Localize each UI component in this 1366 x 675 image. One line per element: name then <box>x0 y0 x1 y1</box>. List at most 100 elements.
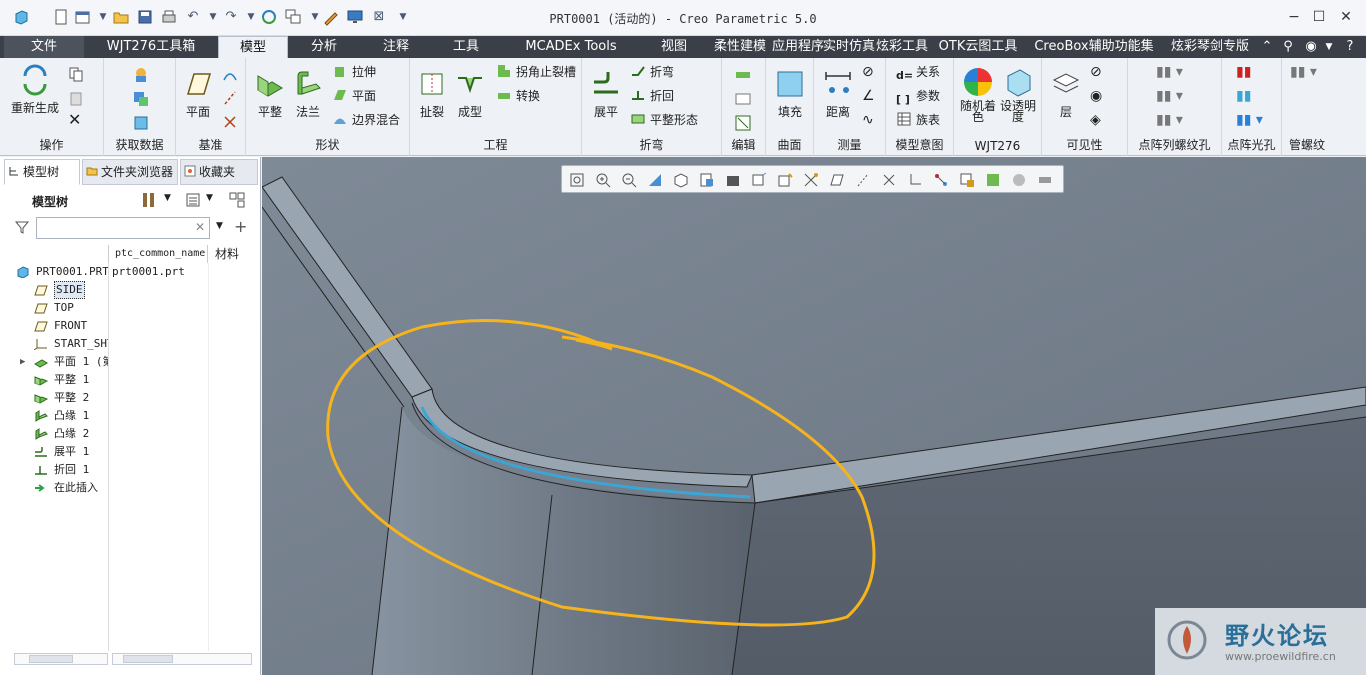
pattern-icon[interactable] <box>734 66 752 84</box>
tab-analysis[interactable]: 分析 <box>290 36 358 58</box>
pipe-thread-icon[interactable]: ▮▮ ▾ <box>1290 64 1317 80</box>
tab-file[interactable]: 文件 <box>4 36 84 58</box>
hide-icon[interactable]: ⊘ <box>1090 64 1102 80</box>
tab-creobox[interactable]: CreoBox辅助功能集 <box>1026 36 1162 58</box>
model-view-icon[interactable] <box>958 171 976 189</box>
scrollbar-horizontal[interactable] <box>14 653 108 665</box>
appearance-icon[interactable] <box>984 171 1002 189</box>
tab-folder-browser[interactable]: 文件夹浏览器 <box>82 159 178 185</box>
diameter-icon[interactable]: ⊘ <box>862 64 874 80</box>
bend-back-button[interactable]: 折回 <box>630 86 674 106</box>
tab-mcadex-tools[interactable]: MCADEx Tools <box>504 36 638 58</box>
rip-button[interactable]: 扯裂 <box>414 68 450 120</box>
angle-icon[interactable]: ∠ <box>862 88 875 104</box>
regenerate-button[interactable]: 重新生成 <box>6 64 64 116</box>
copy-geometry-icon[interactable] <box>132 90 150 108</box>
unbend-button[interactable]: 展平 <box>586 68 626 120</box>
relations-button[interactable]: d= 关系 <box>896 62 940 82</box>
hole-icon[interactable]: ▮▮ <box>1236 64 1251 80</box>
show-icon[interactable]: ◉ <box>1090 88 1102 104</box>
customize-toolbar-icon[interactable]: ▼ <box>394 8 412 26</box>
minimize-icon[interactable]: − <box>1282 8 1306 26</box>
show-list-icon[interactable] <box>184 191 202 209</box>
tab-applications[interactable]: 应用程序 <box>768 36 828 58</box>
zoom-out-icon[interactable] <box>620 171 638 189</box>
settings-icon[interactable] <box>140 191 158 209</box>
tree-item[interactable]: ▶ 平面 1 (第 <box>0 353 260 371</box>
layer-button[interactable]: 层 <box>1048 68 1084 120</box>
tab-wjt276-toolbox[interactable]: WJT276工具箱 <box>96 36 206 58</box>
bend-button[interactable]: 折弯 <box>630 62 674 82</box>
curve-length-icon[interactable]: ∿ <box>862 112 874 128</box>
fill-button[interactable]: 填充 <box>772 68 808 120</box>
tab-color-special[interactable]: 炫彩琴剑专版 <box>1162 36 1258 58</box>
delete-icon[interactable]: ✕ <box>68 110 81 129</box>
flat-button[interactable]: 平整 <box>252 68 288 120</box>
print-icon[interactable] <box>160 8 178 26</box>
sketch-icon[interactable] <box>222 66 238 82</box>
windows-icon[interactable] <box>284 8 302 26</box>
scrollbar-horizontal[interactable] <box>112 653 252 665</box>
dropdown-icon[interactable]: ▼ <box>206 193 213 203</box>
expand-icon[interactable]: ▶ <box>20 353 25 371</box>
point-icon[interactable] <box>222 114 238 130</box>
section-icon[interactable] <box>1036 171 1054 189</box>
tab-flexible-modeling[interactable]: 柔性建模 <box>710 36 770 58</box>
axis-display-icon[interactable] <box>854 171 872 189</box>
open-folder-icon[interactable] <box>112 8 130 26</box>
annotation-display-icon[interactable] <box>932 171 950 189</box>
shrinkwrap-icon[interactable] <box>132 114 150 132</box>
maximize-icon[interactable]: ☐ <box>1307 8 1331 26</box>
tab-model-tree[interactable]: 模型树 <box>4 159 80 185</box>
tab-favorites[interactable]: 收藏夹 <box>180 159 258 185</box>
tree-item[interactable]: 展平 1 <box>0 443 260 461</box>
view-manager-icon[interactable] <box>724 171 742 189</box>
user-account-icon[interactable]: ◉ <box>1300 36 1322 58</box>
open-window-icon[interactable] <box>74 8 92 26</box>
plane-display-icon[interactable] <box>828 171 846 189</box>
collapse-ribbon-icon[interactable]: ⌃ <box>1258 36 1276 58</box>
tree-item[interactable]: START_SHT <box>0 335 260 353</box>
tab-view[interactable]: 视图 <box>644 36 704 58</box>
sphere-icon[interactable] <box>1010 171 1028 189</box>
tree-item[interactable]: 凸缘 1 <box>0 407 260 425</box>
tab-realtime-simulation[interactable]: 实时仿真 <box>820 36 878 58</box>
dropdown-icon[interactable]: ▼ <box>94 8 112 26</box>
datum-display-icon[interactable] <box>802 171 820 189</box>
search-icon[interactable]: ⚲ <box>1278 36 1298 58</box>
edit-icon[interactable] <box>322 8 340 26</box>
repaint-icon[interactable] <box>646 171 664 189</box>
tree-item[interactable]: 在此插入 <box>0 479 260 497</box>
column-header-common-name[interactable]: ptc_common_name <box>108 245 208 263</box>
saved-orientations-icon[interactable] <box>698 171 716 189</box>
form-button[interactable]: 成型 <box>452 68 488 120</box>
close-window-icon[interactable]: ⊠ <box>370 8 388 26</box>
tree-item[interactable]: 折回 1 <box>0 461 260 479</box>
tree-item[interactable]: 平整 2 <box>0 389 260 407</box>
tree-item[interactable]: SIDE <box>0 281 260 299</box>
mirror-icon[interactable] <box>734 90 752 108</box>
paste-icon[interactable] <box>68 90 84 106</box>
corner-relief-button[interactable]: 拐角止裂槽 <box>496 62 576 82</box>
planar-button[interactable]: 平面 <box>332 86 376 106</box>
family-table-button[interactable]: 族表 <box>896 110 940 130</box>
clear-icon[interactable]: ✕ <box>195 220 205 234</box>
display-style-icon[interactable] <box>672 171 690 189</box>
flange-button[interactable]: 法兰 <box>290 68 326 120</box>
new-file-icon[interactable] <box>52 8 70 26</box>
merge-icon[interactable] <box>734 114 752 132</box>
tree-item[interactable]: FRONT <box>0 317 260 335</box>
thread-hole-icon[interactable]: ▮▮ ▾ <box>1156 64 1183 80</box>
tab-color-tools[interactable]: 炫彩工具 <box>874 36 930 58</box>
column-header-material[interactable]: 材料 <box>212 245 258 263</box>
parameters-button[interactable]: [ ] 参数 <box>896 86 940 106</box>
thread-hole-icon[interactable]: ▮▮ ▾ <box>1156 88 1183 104</box>
monitor-icon[interactable] <box>346 8 364 26</box>
dropdown-icon[interactable]: ▼ <box>1322 36 1336 58</box>
refit-icon[interactable] <box>568 171 586 189</box>
tab-model[interactable]: 模型 <box>218 36 288 58</box>
tree-item[interactable]: PRT0001.PRT prt0001.prt <box>0 263 260 281</box>
hole-icon[interactable]: ▮▮ <box>1236 88 1251 104</box>
point-display-icon[interactable] <box>880 171 898 189</box>
plane-button[interactable]: 平面 <box>180 68 216 120</box>
